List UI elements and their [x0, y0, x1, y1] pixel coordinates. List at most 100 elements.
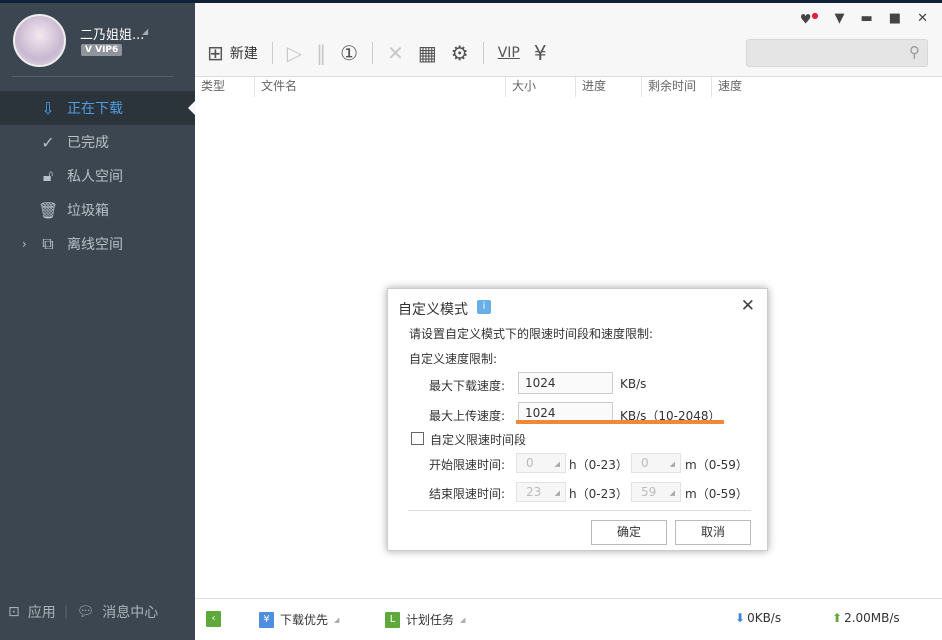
list-header: 类型 文件名 大小 进度 剩余时间 速度	[195, 77, 942, 97]
sidebar-item-label: 已完成	[67, 135, 109, 151]
vip-badge: V VIP6	[81, 44, 123, 56]
schedule-icon: L	[385, 611, 400, 628]
message-icon: 💬︎	[76, 604, 95, 620]
minute-range: m（0-59）	[685, 458, 748, 472]
schedule-label: 计划任务	[406, 613, 455, 627]
close-icon[interactable]: ✕	[917, 11, 928, 27]
start-time-label: 开始限速时间:	[429, 458, 506, 472]
schedule-checkbox[interactable]	[411, 432, 424, 445]
upload-speed-icon: ⬆	[832, 611, 843, 625]
collapse-icon[interactable]: ‹	[206, 611, 221, 627]
minimize-icon[interactable]: ▬	[861, 11, 873, 27]
avatar[interactable]	[13, 14, 66, 67]
lock-icon: 🔓︎	[42, 166, 54, 185]
end-time-label: 结束限速时间:	[429, 487, 506, 501]
upload-speed: 2.00MB/s	[844, 611, 900, 625]
column-progress[interactable]: 进度	[576, 77, 642, 97]
money-icon[interactable]: ¥	[534, 41, 547, 65]
sidebar-item-trash[interactable]: 🗑︎ 垃圾箱	[0, 193, 195, 227]
cloud-download-icon: ⧉	[42, 234, 54, 253]
divider	[482, 42, 484, 64]
sidebar-item-private[interactable]: 🔓︎ 私人空间	[0, 159, 195, 193]
divider	[408, 510, 751, 511]
speed-settings-icon[interactable]: ⚙	[451, 41, 469, 65]
new-task-button[interactable]: 新建	[230, 43, 258, 63]
column-remaining[interactable]: 剩余时间	[642, 77, 712, 97]
highlight-underline	[516, 420, 724, 424]
cancel-button[interactable]: 取消	[675, 520, 751, 545]
user-menu-arrow-icon[interactable]: ◢	[142, 27, 148, 36]
priority-label: 下载优先	[280, 613, 329, 627]
username[interactable]: 二乃姐姐...	[80, 24, 144, 43]
dialog-description: 请设置自定义模式下的限速时间段和速度限制:	[409, 327, 654, 341]
close-icon[interactable]: ✕	[741, 296, 755, 316]
max-download-unit: KB/s	[620, 377, 647, 391]
divider	[12, 76, 173, 77]
message-center-button[interactable]: 消息中心	[102, 602, 158, 622]
skin-icon[interactable]: ♥●	[800, 11, 819, 27]
divider	[372, 42, 374, 64]
sidebar-item-offline[interactable]: › ⧉ 离线空间	[0, 227, 195, 261]
section-label: 自定义速度限制:	[409, 352, 498, 366]
hour-range: h（0-23）	[569, 458, 628, 472]
sidebar: 二乃姐姐... ◢ V VIP6 ⇩ 正在下载 ✓ 已完成 🔓︎ 私人空间 🗑︎ 垃圾箱…	[0, 3, 195, 640]
sidebar-item-label: 离线空间	[67, 237, 123, 253]
maximize-icon[interactable]: ■	[889, 11, 901, 27]
divider	[271, 42, 273, 64]
end-hour-stepper[interactable]: 23	[516, 482, 566, 502]
window-controls: ♥● ▼ ▬ ■ ✕	[800, 11, 928, 27]
single-task-icon[interactable]: ①	[340, 41, 358, 65]
qrcode-icon[interactable]: ▦	[418, 41, 437, 65]
vip-icon[interactable]: VIP	[498, 45, 520, 61]
schedule-checkbox-label[interactable]: 自定义限速时间段	[430, 431, 526, 448]
hour-range: h（0-23）	[569, 487, 628, 501]
start-minute-stepper[interactable]: 0	[631, 453, 681, 473]
apps-icon: ⊡	[8, 604, 20, 620]
sidebar-item-completed[interactable]: ✓ 已完成	[0, 125, 195, 159]
schedule-button[interactable]: L 计划任务 ◢	[385, 611, 465, 628]
priority-button[interactable]: ¥ 下载优先 ◢	[259, 611, 339, 628]
column-speed[interactable]: 速度	[712, 77, 772, 97]
apps-button[interactable]: 应用	[28, 602, 56, 622]
end-minute-stepper[interactable]: 59	[631, 482, 681, 502]
download-speed-icon: ⬇	[735, 611, 746, 625]
dialog-title: 自定义模式	[398, 302, 468, 318]
pause-icon[interactable]: ‖	[316, 41, 326, 65]
max-upload-label: 最大上传速度:	[429, 409, 506, 423]
status-bar: ‹ ¥ 下载优先 ◢ L 计划任务 ◢ ⬇ 0KB/s ⬆ 2.00MB/s	[195, 598, 942, 640]
custom-mode-dialog: 自定义模式 i ✕ 请设置自定义模式下的限速时间段和速度限制: 自定义速度限制:…	[387, 288, 768, 551]
info-icon[interactable]: i	[477, 300, 491, 314]
toolbar: ♥● ▼ ▬ ■ ✕ ⊞ 新建 ▷ ‖ ① ✕ ▦ ⚙ VIP ¥ ⚲	[195, 3, 942, 77]
column-size[interactable]: 大小	[506, 77, 576, 97]
minute-range: m（0-59）	[685, 487, 748, 501]
dropdown-arrow-icon: ◢	[334, 615, 340, 624]
vip-level: VIP6	[95, 45, 119, 55]
column-type[interactable]: 类型	[195, 77, 255, 97]
new-task-icon[interactable]: ⊞	[207, 41, 224, 65]
toolbar-buttons: ⊞ 新建 ▷ ‖ ① ✕ ▦ ⚙ VIP ¥	[207, 41, 547, 65]
max-download-label: 最大下载速度:	[429, 379, 506, 393]
sidebar-footer: ⊡ 应用 | 💬︎ 消息中心	[8, 602, 158, 622]
download-arrow-icon: ⇩	[41, 98, 55, 118]
chevron-right-icon[interactable]: ›	[22, 237, 27, 251]
divider: |	[63, 604, 69, 620]
max-download-input[interactable]: 1024	[518, 372, 613, 394]
check-circle-icon: ✓	[41, 132, 55, 152]
trash-icon: 🗑︎	[38, 200, 59, 220]
dropdown-arrow-icon: ◢	[460, 615, 466, 624]
ok-button[interactable]: 确定	[591, 520, 667, 545]
column-filename[interactable]: 文件名	[255, 77, 506, 97]
sidebar-item-label: 垃圾箱	[67, 203, 109, 219]
sidebar-item-label: 私人空间	[67, 169, 123, 185]
search-input[interactable]: ⚲	[746, 39, 928, 67]
vip-logo-icon: V	[85, 45, 96, 55]
search-icon[interactable]: ⚲	[909, 43, 920, 61]
menu-icon[interactable]: ▼	[835, 11, 845, 27]
delete-icon[interactable]: ✕	[387, 41, 404, 65]
sidebar-item-label: 正在下载	[67, 101, 123, 117]
sidebar-item-downloading[interactable]: ⇩ 正在下载	[0, 91, 195, 125]
start-icon[interactable]: ▷	[287, 41, 302, 65]
download-priority-icon: ¥	[259, 611, 274, 628]
start-hour-stepper[interactable]: 0	[516, 453, 566, 473]
download-speed: 0KB/s	[747, 611, 782, 625]
